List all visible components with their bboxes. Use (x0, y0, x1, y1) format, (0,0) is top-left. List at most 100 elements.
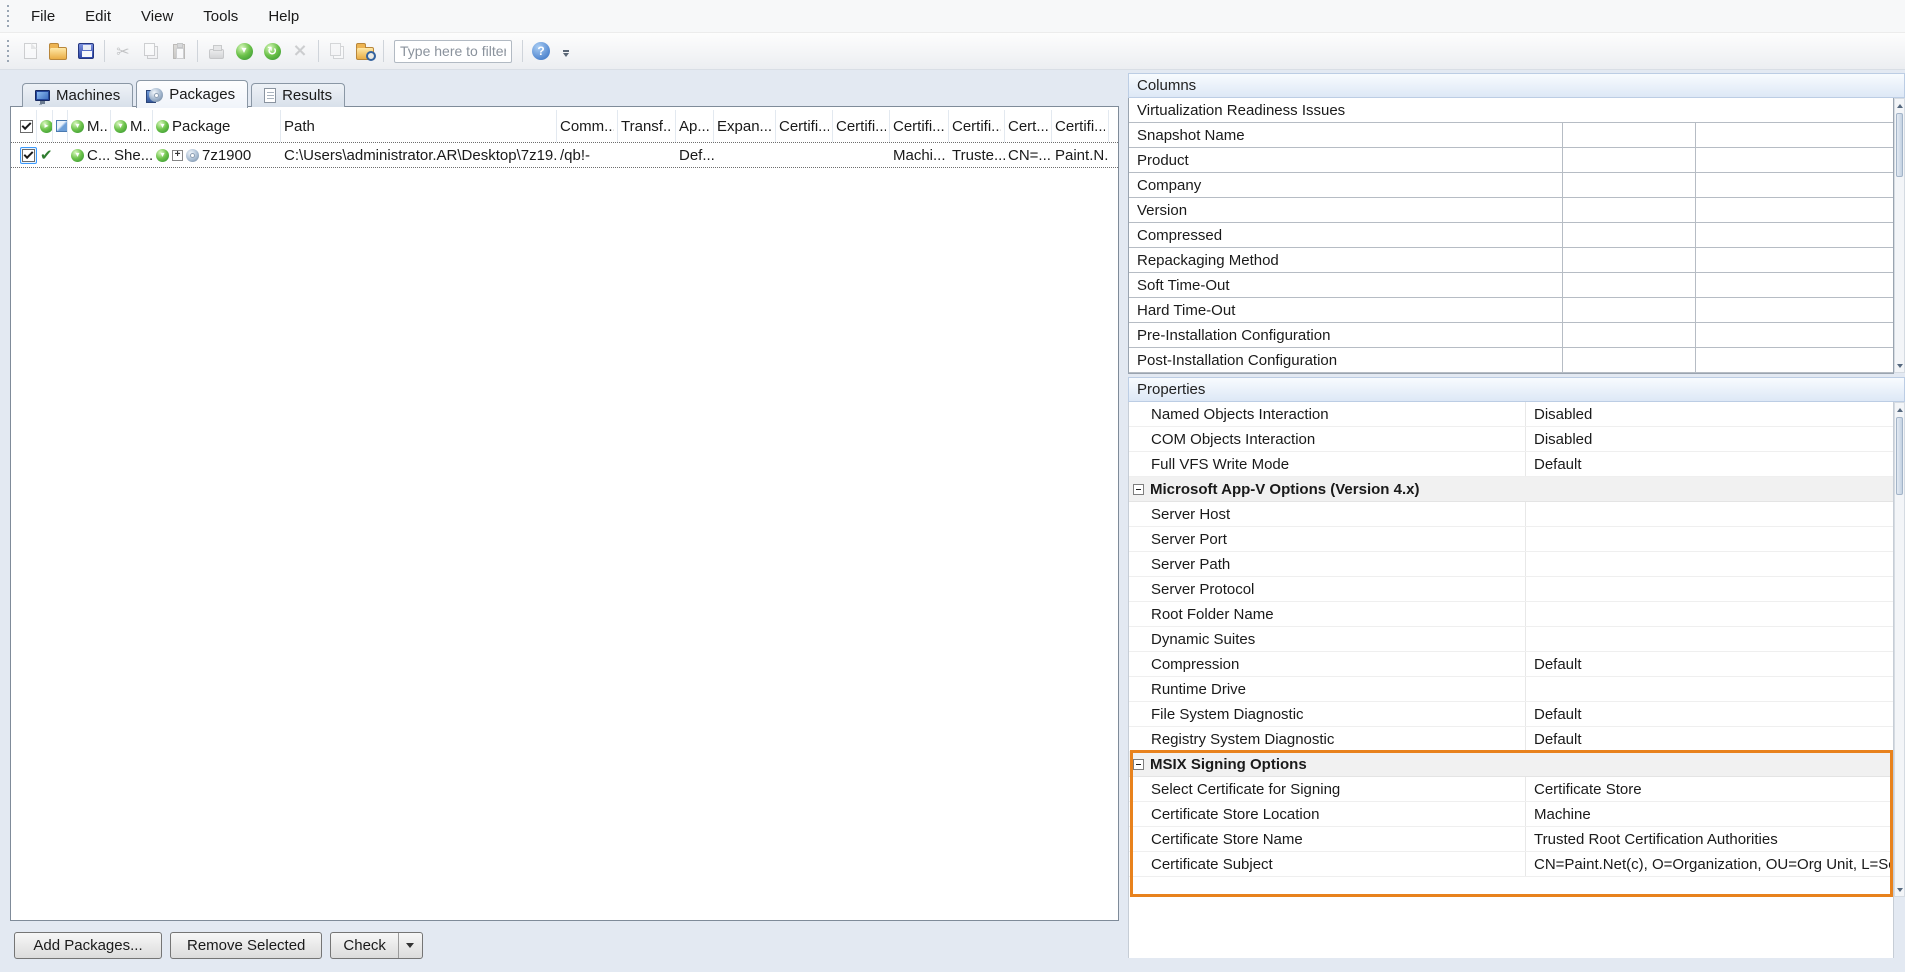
columns-row-virtualization-readiness-issues[interactable]: Virtualization Readiness Issues (1129, 98, 1893, 123)
property-group-msix-signing-options[interactable]: MSIX Signing Options (1129, 752, 1893, 777)
toolbar-grip-handle[interactable] (5, 40, 10, 62)
scroll-down-icon[interactable] (1895, 359, 1904, 372)
report-pages-button[interactable] (324, 38, 350, 64)
cell-cert6[interactable]: Paint.N... (1052, 147, 1109, 164)
expand-icon[interactable] (172, 150, 183, 161)
columns-cell-value[interactable] (1696, 223, 1893, 248)
property-value[interactable] (1526, 552, 1893, 576)
check-button[interactable]: Check (330, 932, 423, 959)
columns-cell-label[interactable]: Version (1129, 198, 1563, 223)
columns-cell-label[interactable]: Hard Time-Out (1129, 298, 1563, 323)
cell-cert4[interactable]: Truste... (949, 147, 1005, 164)
columns-row-snapshot-name[interactable]: Snapshot Name (1129, 123, 1893, 148)
property-value[interactable] (1526, 677, 1893, 701)
columns-row-product[interactable]: Product (1129, 148, 1893, 173)
columns-cell-value[interactable] (1696, 323, 1893, 348)
columns-row-hard-time-out[interactable]: Hard Time-Out (1129, 298, 1893, 323)
scrollbar-thumb[interactable] (1896, 417, 1903, 495)
columns-cell-label[interactable]: Product (1129, 148, 1563, 173)
save-button[interactable] (73, 38, 99, 64)
property-value[interactable]: Default (1526, 452, 1893, 476)
columns-cell-value[interactable] (1563, 298, 1696, 323)
columns-scrollbar[interactable] (1894, 98, 1905, 373)
header-cell-comm[interactable]: Comm... (557, 110, 618, 142)
cell-cert3[interactable]: Machi... (890, 147, 949, 164)
property-value[interactable] (1526, 627, 1893, 651)
menubar-grip-handle[interactable] (5, 5, 10, 27)
columns-cell-value[interactable] (1696, 248, 1893, 273)
property-group-microsoft-app-v-options-version-4-x[interactable]: Microsoft App-V Options (Version 4.x) (1129, 477, 1893, 502)
header-cell-cert4[interactable]: Certifi... (949, 110, 1005, 142)
select-all-checkbox[interactable] (20, 120, 33, 133)
columns-cell-label[interactable]: Post-Installation Configuration (1129, 348, 1563, 373)
new-file-button[interactable] (17, 38, 43, 64)
columns-cell-label[interactable]: Soft Time-Out (1129, 273, 1563, 298)
tab-results[interactable]: Results (251, 83, 345, 107)
columns-row-company[interactable]: Company (1129, 173, 1893, 198)
columns-cell-value[interactable] (1696, 148, 1893, 173)
columns-cell-label[interactable]: Compressed (1129, 223, 1563, 248)
cell-package[interactable]: 7z1900 (153, 147, 281, 164)
property-value[interactable]: Disabled (1526, 402, 1893, 426)
property-row-file-system-diagnostic[interactable]: File System DiagnosticDefault (1129, 702, 1893, 727)
header-cell-expan[interactable]: Expan... (714, 110, 776, 142)
header-cell-cert6[interactable]: Certifi... (1052, 110, 1109, 142)
help-button[interactable] (528, 38, 554, 64)
columns-cell-value[interactable] (1563, 148, 1696, 173)
property-value[interactable]: Disabled (1526, 427, 1893, 451)
columns-cell-value[interactable] (1563, 123, 1696, 148)
property-value[interactable] (1526, 527, 1893, 551)
columns-row-compressed[interactable]: Compressed (1129, 223, 1893, 248)
columns-cell-value[interactable] (1696, 123, 1893, 148)
columns-cell-value[interactable] (1563, 323, 1696, 348)
property-row-dynamic-suites[interactable]: Dynamic Suites (1129, 627, 1893, 652)
tab-packages[interactable]: Packages (136, 80, 248, 108)
tab-machines[interactable]: Machines (22, 83, 133, 107)
search-folder-button[interactable] (352, 38, 378, 64)
columns-cell-value[interactable] (1563, 223, 1696, 248)
columns-cell-value[interactable] (1696, 348, 1893, 373)
property-value[interactable]: Trusted Root Certification Authorities (1526, 827, 1893, 851)
property-value[interactable] (1526, 577, 1893, 601)
columns-cell-value[interactable] (1563, 273, 1696, 298)
columns-cell-value[interactable] (1696, 173, 1893, 198)
columns-cell-label[interactable]: Company (1129, 173, 1563, 198)
property-value[interactable]: Machine (1526, 802, 1893, 826)
header-cell-cert5[interactable]: Cert... (1005, 110, 1052, 142)
cell-m2[interactable]: She... (111, 147, 153, 164)
menu-item-file[interactable]: File (16, 0, 70, 33)
property-row-runtime-drive[interactable]: Runtime Drive (1129, 677, 1893, 702)
property-row-certificate-store-name[interactable]: Certificate Store NameTrusted Root Certi… (1129, 827, 1893, 852)
collapse-icon[interactable] (1133, 759, 1144, 770)
property-row-certificate-store-location[interactable]: Certificate Store LocationMachine (1129, 802, 1893, 827)
columns-cell-value[interactable] (1563, 198, 1696, 223)
property-row-named-objects-interaction[interactable]: Named Objects InteractionDisabled (1129, 402, 1893, 427)
property-row-root-folder-name[interactable]: Root Folder Name (1129, 602, 1893, 627)
scroll-down-icon[interactable] (1895, 883, 1904, 896)
header-cell-m2[interactable]: M.. (111, 110, 153, 142)
cell-path[interactable]: C:\Users\administrator.AR\Desktop\7z19..… (281, 147, 557, 164)
columns-row-repackaging-method[interactable]: Repackaging Method (1129, 248, 1893, 273)
header-cell-ap[interactable]: Ap... (676, 110, 714, 142)
cell-status[interactable] (37, 146, 53, 164)
scrollbar-thumb[interactable] (1896, 113, 1903, 177)
columns-cell-value[interactable] (1696, 273, 1893, 298)
columns-cell-value[interactable] (1563, 248, 1696, 273)
collapse-icon[interactable] (1133, 484, 1144, 495)
header-cell-cert2[interactable]: Certifi... (833, 110, 890, 142)
scroll-up-icon[interactable] (1895, 403, 1904, 416)
paste-button[interactable] (166, 38, 192, 64)
cell-sel[interactable] (17, 147, 37, 164)
property-row-server-path[interactable]: Server Path (1129, 552, 1893, 577)
property-row-registry-system-diagnostic[interactable]: Registry System DiagnosticDefault (1129, 727, 1893, 752)
properties-scrollbar[interactable] (1894, 402, 1905, 897)
cell-m1[interactable]: C... (68, 147, 111, 164)
property-row-full-vfs-write-mode[interactable]: Full VFS Write ModeDefault (1129, 452, 1893, 477)
property-value[interactable]: Certificate Store (1526, 777, 1893, 801)
property-row-certificate-subject[interactable]: Certificate SubjectCN=Paint.Net(c), O=Or… (1129, 852, 1893, 877)
refresh-button[interactable] (259, 38, 285, 64)
property-value[interactable] (1526, 602, 1893, 626)
check-dropdown-arrow[interactable] (398, 933, 422, 958)
header-cell-status[interactable] (37, 110, 53, 142)
header-cell-sel[interactable] (17, 110, 37, 142)
